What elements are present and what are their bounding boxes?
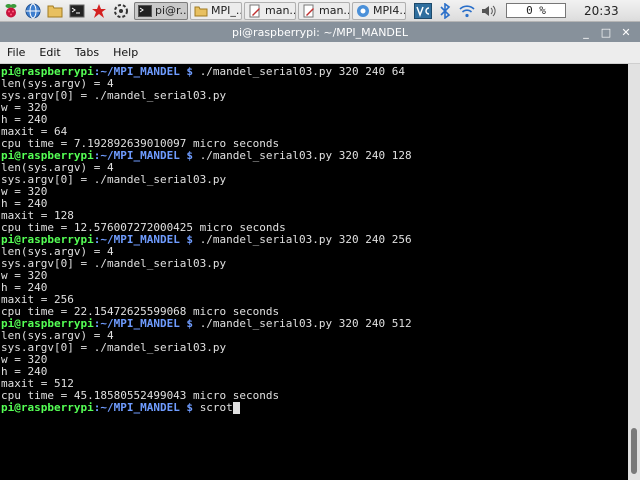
cpu-monitor[interactable]: 0 % — [506, 3, 566, 18]
command-input[interactable]: scrot — [200, 401, 233, 414]
window-titlebar[interactable]: pi@raspberrypi: ~/MPI_MANDEL _ □ ✕ — [0, 22, 640, 42]
folder-icon — [47, 5, 63, 17]
output-line: sys.argv[0] = ./mandel_serial03.py — [1, 89, 227, 102]
task-label: MPI4... — [373, 4, 405, 17]
task-label: pi@r... — [155, 4, 188, 17]
task-label: man... — [265, 4, 295, 17]
raspberry-icon — [5, 3, 17, 17]
prompt-path: :~/MPI_MANDEL $ — [93, 401, 200, 414]
terminal-icon — [69, 4, 85, 17]
raspberry-menu-button[interactable] — [0, 0, 22, 22]
window-title: pi@raspberrypi: ~/MPI_MANDEL — [232, 25, 408, 39]
command-text: ./mandel_serial03.py 320 240 256 — [199, 233, 412, 246]
vnc-tray-button[interactable] — [412, 0, 434, 22]
web-browser-launcher[interactable] — [22, 0, 44, 22]
taskbar: pi@r... MPI_... man... man... MPI4... — [0, 0, 640, 22]
menu-file[interactable]: File — [0, 46, 32, 59]
window-controls: _ □ ✕ — [576, 24, 636, 40]
command-text: ./mandel_serial03.py 320 240 64 — [199, 65, 405, 78]
menu-tabs[interactable]: Tabs — [68, 46, 106, 59]
output-line: w = 320 — [1, 269, 48, 282]
text-editor-icon — [248, 4, 262, 18]
output-line: w = 320 — [1, 353, 48, 366]
command-text: ./mandel_serial03.py 320 240 128 — [199, 149, 412, 162]
wifi-icon — [459, 4, 475, 17]
menu-help[interactable]: Help — [106, 46, 145, 59]
task-editor-2[interactable]: man... — [298, 1, 350, 20]
wolfram-icon — [114, 3, 128, 18]
volume-tray-button[interactable] — [478, 0, 500, 22]
task-label: man... — [319, 4, 349, 17]
output-line: sys.argv[0] = ./mandel_serial03.py — [1, 173, 227, 186]
task-browser[interactable]: MPI4... — [352, 1, 406, 20]
current-prompt-line[interactable]: pi@raspberrypi:~/MPI_MANDEL $ scrot — [1, 402, 628, 414]
terminal-launcher[interactable] — [66, 0, 88, 22]
command-text: ./mandel_serial03.py 320 240 512 — [199, 317, 412, 330]
globe-icon — [25, 3, 41, 18]
close-button[interactable]: ✕ — [616, 24, 636, 40]
terminal-output[interactable]: pi@raspberrypi:~/MPI_MANDEL $ ./mandel_s… — [0, 64, 628, 480]
minimize-button[interactable]: _ — [576, 24, 596, 40]
output-line: sys.argv[0] = ./mandel_serial03.py — [1, 257, 227, 270]
task-file-manager[interactable]: MPI_... — [190, 1, 242, 20]
output-line: sys.argv[0] = ./mandel_serial03.py — [1, 341, 227, 354]
prompt-user: pi@raspberrypi — [1, 401, 94, 414]
menu-bar: File Edit Tabs Help — [0, 42, 640, 64]
speaker-icon — [482, 5, 496, 16]
menu-edit[interactable]: Edit — [32, 46, 67, 59]
bluetooth-tray-button[interactable] — [434, 0, 456, 22]
terminal-icon — [138, 4, 152, 18]
maximize-button[interactable]: □ — [596, 24, 616, 40]
wifi-tray-button[interactable] — [456, 0, 478, 22]
text-editor-icon — [302, 4, 316, 18]
mathematica-launcher[interactable] — [88, 0, 110, 22]
output-line: h = 240 — [1, 365, 48, 378]
clock[interactable]: 20:33 — [584, 4, 619, 18]
vnc-icon — [414, 2, 432, 19]
bluetooth-icon — [440, 2, 451, 19]
output-line: w = 320 — [1, 101, 48, 114]
scrollbar-thumb[interactable] — [631, 428, 637, 474]
text-cursor — [232, 402, 240, 414]
terminal-scrollbar[interactable] — [628, 64, 640, 480]
chromium-icon — [356, 4, 370, 18]
task-editor-1[interactable]: man... — [244, 1, 296, 20]
mathematica-icon — [92, 3, 106, 18]
output-line: h = 240 — [1, 281, 48, 294]
output-line: h = 240 — [1, 197, 48, 210]
file-manager-launcher[interactable] — [44, 0, 66, 22]
output-line: w = 320 — [1, 185, 48, 198]
wolfram-launcher[interactable] — [110, 0, 132, 22]
folder-icon — [194, 4, 208, 18]
task-terminal[interactable]: pi@r... — [134, 1, 188, 20]
task-label: MPI_... — [211, 4, 241, 17]
output-line: h = 240 — [1, 113, 48, 126]
